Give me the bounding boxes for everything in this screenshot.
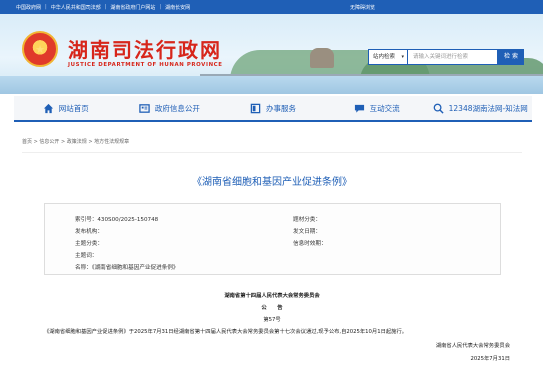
nav-item-label: 12348湖南法网-知法网 bbox=[448, 103, 528, 113]
breadcrumb[interactable]: 首页 > 信息公开 > 政策法规 > 地方性法规规章 bbox=[22, 138, 129, 145]
top-link-hunan[interactable]: 湖南省政府门户网站 bbox=[110, 4, 155, 11]
banner-statue bbox=[310, 48, 334, 68]
site-search: 站内检索 ▾ 请输入关键词进行检索 检 索 bbox=[368, 49, 524, 65]
meta-validity: 信息时效期： bbox=[293, 241, 327, 247]
nav-item-label: 政府信息公开 bbox=[154, 103, 200, 113]
top-link-moj[interactable]: 中华人民共和国司法部 bbox=[51, 4, 101, 11]
top-link-gov[interactable]: 中国政府网 bbox=[16, 4, 41, 11]
nav-item-services[interactable]: 办事服务 bbox=[221, 96, 325, 120]
search-scope-label: 站内检索 bbox=[373, 54, 396, 60]
document-title: 《湖南省细胞和基因产业促进条例》 bbox=[192, 177, 352, 188]
search-input[interactable]: 请输入关键词进行检索 bbox=[408, 49, 498, 65]
announcement-signature: 湖南省人民代表大会常务委员会 bbox=[435, 343, 510, 349]
search-globe-icon bbox=[433, 103, 444, 114]
nav-item-interaction[interactable]: 互动交流 bbox=[325, 96, 429, 120]
separator: | bbox=[159, 4, 162, 10]
nav-item-label: 办事服务 bbox=[265, 103, 296, 113]
search-scope-select[interactable]: 站内检索 ▾ bbox=[368, 49, 408, 65]
search-button[interactable]: 检 索 bbox=[498, 49, 524, 65]
top-link-changan[interactable]: 湖南长安网 bbox=[165, 4, 190, 11]
meta-keywords: 主题词： bbox=[75, 253, 98, 259]
nav-item-label: 互动交流 bbox=[369, 103, 400, 113]
announcement-number: 第57号 bbox=[263, 317, 281, 323]
service-icon bbox=[250, 103, 261, 113]
main-nav: 网站首页 政府信息公开 办事服务 互动交流 12348湖南法网-知法网 bbox=[14, 96, 532, 122]
meta-index-no: 索引号：430S00/2025-150748 bbox=[75, 217, 159, 223]
meta-issuer: 发布机构： bbox=[75, 229, 103, 235]
document-meta-table: 索引号：430S00/2025-150748 题材分类： 发布机构： 发文日期：… bbox=[44, 203, 501, 275]
home-icon bbox=[43, 103, 53, 113]
meta-subject-class: 主题分类： bbox=[75, 241, 103, 247]
announcement-heading: 湖南省第十四届人民代表大会常务委员会 bbox=[224, 293, 320, 299]
nav-item-info-disclosure[interactable]: 政府信息公开 bbox=[118, 96, 222, 120]
accessibility-link[interactable]: 无障碍浏览 bbox=[350, 4, 375, 11]
announcement-label: 公 告 bbox=[261, 305, 283, 311]
grid-icon bbox=[139, 103, 150, 113]
announcement-body: 《湖南省细胞和基因产业促进条例》于2025年7月31日经湖南省第十四届人民代表大… bbox=[44, 329, 408, 335]
announcement-date: 2025年7月31日 bbox=[470, 356, 510, 362]
national-emblem-icon: ★ bbox=[22, 31, 58, 67]
banner-water bbox=[0, 76, 543, 94]
separator: | bbox=[104, 4, 107, 10]
site-title[interactable]: 湖南司法行政网 bbox=[68, 34, 222, 63]
nav-item-law-net[interactable]: 12348湖南法网-知法网 bbox=[428, 96, 532, 120]
meta-topic-class: 题材分类： bbox=[293, 217, 321, 223]
article-content: 《湖南省细胞和基因产业促进条例》 索引号：430S00/2025-150748 … bbox=[22, 152, 522, 366]
top-links: 中国政府网 | 中华人民共和国司法部 | 湖南省政府门户网站 | 湖南长安网 bbox=[16, 4, 190, 11]
nav-item-label: 网站首页 bbox=[58, 103, 89, 113]
separator: | bbox=[45, 4, 47, 10]
top-bar: 中国政府网 | 中华人民共和国司法部 | 湖南省政府门户网站 | 湖南长安网 无… bbox=[0, 0, 543, 14]
nav-item-home[interactable]: 网站首页 bbox=[14, 96, 118, 120]
chevron-down-icon: ▾ bbox=[401, 54, 404, 60]
meta-issue-date: 发文日期： bbox=[293, 229, 321, 235]
site-subtitle: JUSTICE DEPARTMENT OF HUNAN PROVINCE bbox=[68, 62, 223, 68]
meta-name: 名称：《湖南省细胞和基因产业促进条例》 bbox=[75, 265, 179, 271]
emblem-star-icon: ★ bbox=[35, 43, 45, 56]
chat-icon bbox=[354, 104, 364, 113]
